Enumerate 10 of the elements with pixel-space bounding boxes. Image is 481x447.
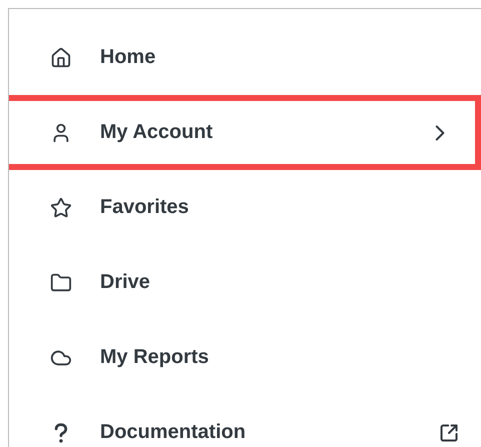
star-icon	[50, 196, 72, 218]
external-link-icon	[439, 422, 459, 442]
menu-item[interactable]: Documentation	[9, 395, 481, 447]
menu-item[interactable]: Drive	[9, 245, 481, 320]
menu-item[interactable]: Home	[9, 20, 481, 95]
menu-item[interactable]: My Account	[9, 95, 481, 170]
menu-item[interactable]: Favorites	[9, 170, 481, 245]
menu-item[interactable]: My Reports	[9, 320, 481, 395]
folder-icon	[50, 272, 72, 294]
home-icon	[50, 46, 72, 68]
